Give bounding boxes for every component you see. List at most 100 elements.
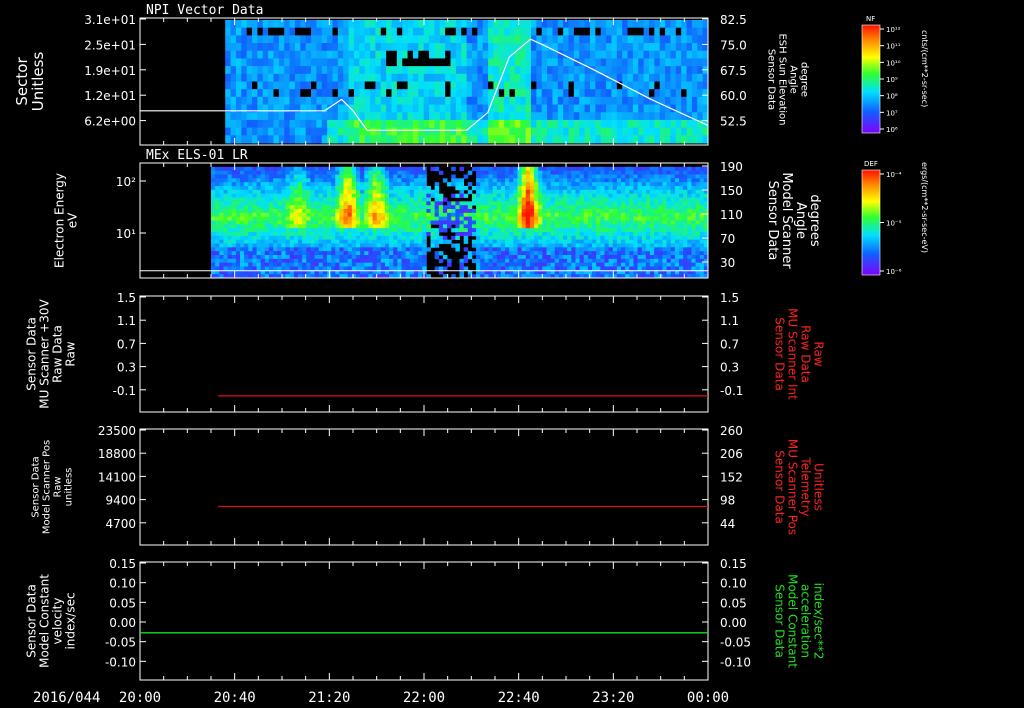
heatmap-cell xyxy=(273,20,280,29)
spectrogram-cell xyxy=(268,243,274,248)
heatmap-cell xyxy=(418,135,425,144)
spectrogram-cell xyxy=(211,243,216,248)
heatmap-cell xyxy=(332,112,339,121)
spectrogram-cell xyxy=(360,182,365,187)
heatmap-cell xyxy=(686,127,693,136)
spectrogram-cell xyxy=(596,220,601,225)
spectrogram-cell xyxy=(256,262,262,267)
spectrogram-cell xyxy=(608,235,614,241)
heatmap-cell xyxy=(359,66,366,75)
heatmap-cell xyxy=(396,81,403,90)
spectrogram-cell xyxy=(608,258,614,264)
spectrogram-cell xyxy=(467,251,473,256)
spectrogram-cell xyxy=(239,228,245,233)
spectrogram-cell xyxy=(625,201,630,206)
spectrogram-cell xyxy=(505,193,510,198)
spectrogram-cell xyxy=(376,216,382,221)
spectrogram-cell xyxy=(608,228,614,233)
spectrogram-cell xyxy=(277,170,282,175)
spectrogram-cell xyxy=(521,193,527,198)
spectrogram-cell xyxy=(567,228,572,233)
spectrogram-cell xyxy=(666,209,672,214)
spectrogram-cell xyxy=(641,170,647,175)
heatmap-cell xyxy=(573,127,580,136)
spectrogram-cell xyxy=(401,178,407,183)
spectrogram-cell xyxy=(355,182,361,187)
spectrogram-cell xyxy=(517,178,523,183)
spectrogram-cell xyxy=(641,255,647,260)
spectrogram-cell xyxy=(587,201,593,206)
spectrogram-cell xyxy=(418,205,423,210)
heatmap-cell xyxy=(563,112,569,121)
spectrogram-cell xyxy=(306,262,311,267)
spectrogram-cell xyxy=(658,182,663,187)
spectrogram-cell xyxy=(509,193,514,198)
spectrogram-cell xyxy=(621,239,626,244)
heatmap-cell xyxy=(235,112,242,121)
heatmap-cell xyxy=(616,73,623,82)
heatmap-cell xyxy=(697,112,704,121)
spectrogram-cell xyxy=(393,216,398,221)
heatmap-cell xyxy=(557,35,564,44)
spectrogram-cell xyxy=(372,258,378,264)
spectrogram-cell xyxy=(550,262,556,267)
spectrogram-cell xyxy=(355,197,361,202)
spectrogram-cell xyxy=(558,170,564,175)
heatmap-cell xyxy=(300,127,307,136)
spectrogram-cell xyxy=(596,205,601,210)
spectrogram-cell xyxy=(372,232,378,237)
spectrogram-cell xyxy=(608,220,614,225)
spectrogram-cell xyxy=(525,201,531,206)
spectrogram-cell xyxy=(612,228,618,233)
spectrogram-cell xyxy=(331,209,336,214)
heatmap-cell xyxy=(278,66,285,75)
spectrogram-cell xyxy=(380,205,386,210)
heatmap-cell xyxy=(294,96,301,105)
spectrogram-cell xyxy=(534,189,539,195)
heatmap-cell xyxy=(412,89,419,98)
y-tick-label-right: 190 xyxy=(720,160,743,174)
spectrogram-cell xyxy=(413,186,419,191)
heatmap-cell xyxy=(370,112,376,121)
spectrogram-cell xyxy=(587,243,593,248)
heatmap-cell xyxy=(509,66,516,75)
heatmap-cell xyxy=(396,35,403,44)
heatmap-cell xyxy=(600,27,607,36)
heatmap-cell xyxy=(568,43,575,52)
spectrogram-cell xyxy=(297,258,303,264)
heatmap-cell xyxy=(412,96,419,105)
heatmap-cell xyxy=(697,135,704,144)
spectrogram-cell xyxy=(302,220,307,225)
spectrogram-cell xyxy=(322,174,328,179)
heatmap-cell xyxy=(445,112,451,121)
spectrogram-cell xyxy=(434,220,440,225)
heatmap-cell xyxy=(606,135,612,144)
spectrogram-cell xyxy=(235,228,241,233)
heatmap-cell xyxy=(230,50,237,59)
heatmap-cell xyxy=(455,50,462,59)
spectrogram-cell xyxy=(306,235,311,241)
spectrogram-cell xyxy=(405,170,411,175)
spectrogram-cell xyxy=(575,197,581,202)
spectrogram-cell xyxy=(438,220,444,225)
spectrogram-cell xyxy=(239,189,245,195)
spectrogram-cell xyxy=(293,193,299,198)
spectrogram-cell xyxy=(389,166,394,172)
spectrogram-cell xyxy=(376,178,382,183)
spectrogram-cell xyxy=(277,178,282,183)
spectrogram-cell xyxy=(405,209,411,214)
heatmap-cell xyxy=(305,43,312,52)
spectrogram-cell xyxy=(314,243,320,248)
spectrogram-cell xyxy=(389,193,394,198)
heatmap-cell xyxy=(337,73,344,82)
spectrogram-cell xyxy=(293,228,299,233)
heatmap-cell xyxy=(482,35,489,44)
spectrogram-cell xyxy=(314,209,320,214)
spectrogram-cell xyxy=(227,247,233,252)
heatmap-cell xyxy=(659,43,666,52)
spectrogram-cell xyxy=(310,201,315,206)
spectrogram-cell xyxy=(372,251,378,256)
spectrogram-cell xyxy=(256,266,262,271)
heatmap-cell xyxy=(257,96,264,105)
spectrogram-cell xyxy=(347,174,353,179)
